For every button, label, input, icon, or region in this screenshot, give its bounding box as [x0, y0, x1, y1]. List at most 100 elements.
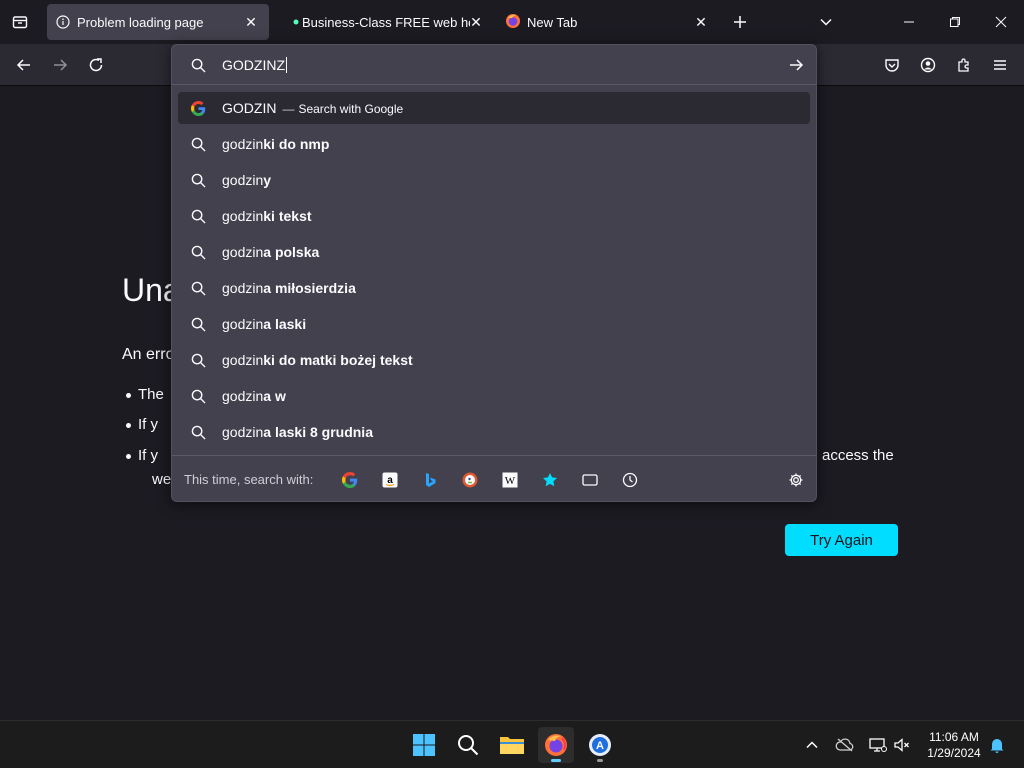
urlbar-result-row[interactable]: godzina polska	[178, 236, 810, 268]
one-off-search-buttons: This time, search with: a W	[172, 455, 816, 501]
reload-button[interactable]	[84, 53, 108, 77]
text-cursor	[286, 57, 287, 73]
urlbar-result-row[interactable]: godziny	[178, 164, 810, 196]
go-arrow-icon[interactable]	[788, 57, 804, 73]
result-text: godzina w	[222, 388, 286, 404]
clock-time: 11:06 AM	[929, 730, 979, 744]
result-suggested-part: a laski	[263, 316, 307, 332]
history-icon[interactable]	[620, 470, 640, 490]
folder-icon	[500, 737, 524, 754]
network-icon[interactable]	[866, 733, 890, 757]
error-text-fragment: access the	[822, 447, 894, 464]
app-menu-button[interactable]	[988, 53, 1012, 77]
result-typed-part: GODZIN	[222, 100, 277, 116]
wikipedia-icon[interactable]: W	[500, 470, 520, 490]
search-icon	[190, 57, 206, 73]
close-tab-icon[interactable]: ✕	[468, 14, 484, 30]
close-icon	[995, 16, 1007, 28]
clock[interactable]: 11:06 AM 1/29/2024	[918, 729, 990, 761]
minimize-button[interactable]	[897, 10, 921, 34]
show-hidden-icons-button[interactable]	[800, 733, 824, 757]
result-action: Search with Google	[298, 102, 404, 116]
clock-date: 1/29/2024	[927, 746, 981, 760]
google-icon[interactable]	[340, 470, 360, 490]
urlbar-result-row[interactable]: godzina miłosierdzia	[178, 272, 810, 304]
list-all-tabs-button[interactable]	[814, 10, 838, 34]
result-typed-part: godzin	[222, 424, 264, 440]
urlbar-result-row[interactable]: GODZIN — Search with Google	[178, 92, 810, 124]
new-tab-button[interactable]	[728, 10, 752, 34]
tab-label: Problem loading page	[77, 15, 204, 30]
info-icon	[55, 14, 71, 30]
urlbar-result-row[interactable]: godzinki tekst	[178, 200, 810, 232]
search-icon	[458, 735, 479, 756]
result-suggested-part: ki tekst	[263, 208, 312, 224]
tabs-icon[interactable]	[580, 470, 600, 490]
result-typed-part: godzin	[222, 352, 264, 368]
notifications-button[interactable]	[985, 733, 1009, 757]
start-button[interactable]	[406, 727, 442, 763]
urlbar-result-row[interactable]: godzina w	[178, 380, 810, 412]
app-installer-icon: A	[589, 734, 611, 756]
file-explorer-button[interactable]	[494, 727, 530, 763]
tab-label: Business-Class FREE web hosting	[302, 15, 470, 30]
search-icon	[190, 136, 206, 152]
error-bullet: If y	[125, 416, 159, 433]
search-icon	[190, 316, 206, 332]
tab-business-class[interactable]: Business-Class FREE web hosting ✕	[280, 4, 492, 40]
minimize-icon	[904, 21, 914, 23]
error-intro: An erro	[122, 346, 175, 363]
amazon-icon[interactable]: a	[380, 470, 400, 490]
account-button[interactable]	[916, 53, 940, 77]
onedrive-icon[interactable]	[833, 733, 857, 757]
firefox-taskbar-button[interactable]	[538, 727, 574, 763]
close-tab-icon[interactable]: ✕	[243, 14, 259, 30]
close-window-button[interactable]	[989, 10, 1013, 34]
windows-taskbar: A 11:06 AM 1/29/2024	[0, 720, 1024, 768]
urlbar-result-row[interactable]: godzinki do matki bożej tekst	[178, 344, 810, 376]
result-typed-part: godzin	[222, 280, 264, 296]
urlbar-result-row[interactable]: godzina laski	[178, 308, 810, 340]
search-icon	[190, 244, 206, 260]
account-icon	[920, 57, 936, 73]
one-off-label: This time, search with:	[184, 472, 314, 487]
try-again-button[interactable]: Try Again	[785, 524, 898, 556]
app-taskbar-button[interactable]: A	[582, 727, 618, 763]
result-suggested-part: ki do nmp	[263, 136, 330, 152]
close-tab-icon[interactable]: ✕	[693, 14, 709, 30]
puzzle-icon	[958, 58, 969, 72]
result-text: godzinki do nmp	[222, 136, 329, 152]
result-text: godzinki tekst	[222, 208, 312, 224]
result-text: godzina miłosierdzia	[222, 280, 356, 296]
forward-button[interactable]	[48, 53, 72, 77]
result-typed-part: godzin	[222, 136, 264, 152]
urlbar-input[interactable]: GODZINZ	[222, 57, 287, 73]
bing-icon[interactable]	[420, 470, 440, 490]
firefox-view-button[interactable]	[8, 10, 32, 34]
pocket-button[interactable]	[880, 53, 904, 77]
volume-muted-icon[interactable]	[890, 733, 914, 757]
search-settings-gear-icon[interactable]	[786, 470, 806, 490]
result-text: GODZIN — Search with Google	[222, 100, 403, 116]
pocket-icon	[885, 59, 899, 72]
back-button[interactable]	[12, 53, 36, 77]
tab-problem-loading[interactable]: Problem loading page ✕	[47, 4, 269, 40]
result-text: godzina polska	[222, 244, 319, 260]
extensions-button[interactable]	[952, 53, 976, 77]
tab-label: New Tab	[527, 15, 578, 30]
bookmarks-icon[interactable]	[540, 470, 560, 490]
result-suggested-part: ki do matki bożej tekst	[263, 352, 413, 368]
google-icon	[190, 100, 206, 116]
svg-text:A: A	[596, 740, 604, 752]
urlbar[interactable]: GODZINZ	[172, 45, 816, 85]
restore-button[interactable]	[943, 10, 967, 34]
urlbar-popup: GODZINZ GODZIN — Search with Google godzink…	[171, 44, 817, 502]
search-icon	[190, 352, 206, 368]
result-suggested-part: a laski 8 grudnia	[263, 424, 373, 440]
urlbar-result-row[interactable]: godzina laski 8 grudnia	[178, 416, 810, 448]
tab-new-tab[interactable]: New Tab ✕	[497, 4, 719, 40]
taskbar-search-button[interactable]	[450, 727, 486, 763]
duckduckgo-icon[interactable]	[460, 470, 480, 490]
result-typed-part: godzin	[222, 172, 264, 188]
urlbar-result-row[interactable]: godzinki do nmp	[178, 128, 810, 160]
